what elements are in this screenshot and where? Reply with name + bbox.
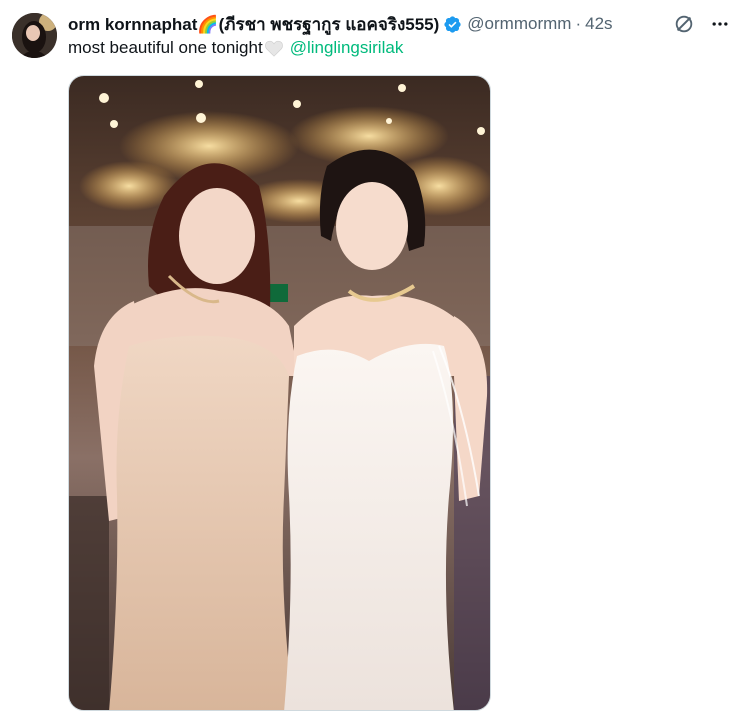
tweet-actions	[672, 12, 732, 36]
avatar[interactable]	[12, 13, 57, 58]
photo-image	[69, 76, 490, 710]
more-options-icon[interactable]	[708, 12, 732, 36]
verified-badge-icon[interactable]	[443, 15, 462, 34]
grok-icon[interactable]	[672, 12, 696, 36]
tweet-header: orm kornnaphat🌈(ภีรชา พชรฐากูร แอคจริง55…	[68, 12, 666, 36]
white-heart-icon	[264, 39, 284, 57]
handle[interactable]: @ormmormm	[467, 14, 571, 34]
rainbow-emoji: 🌈	[197, 14, 219, 34]
timestamp[interactable]: 42s	[585, 14, 612, 34]
tweet: orm kornnaphat🌈(ภีรชา พชรฐากูร แอคจริง55…	[0, 0, 746, 717]
tweet-body: most beautiful one tonight	[68, 38, 263, 57]
tweet-text: most beautiful one tonight @linglingsiri…	[68, 38, 403, 58]
display-name[interactable]: orm kornnaphat🌈(ภีรชา พชรฐากูร แอคจริง55…	[68, 11, 439, 38]
mention-link[interactable]: @linglingsirilak	[290, 38, 404, 58]
tweet-photo[interactable]	[68, 75, 491, 711]
separator-dot: ·	[575, 14, 582, 33]
